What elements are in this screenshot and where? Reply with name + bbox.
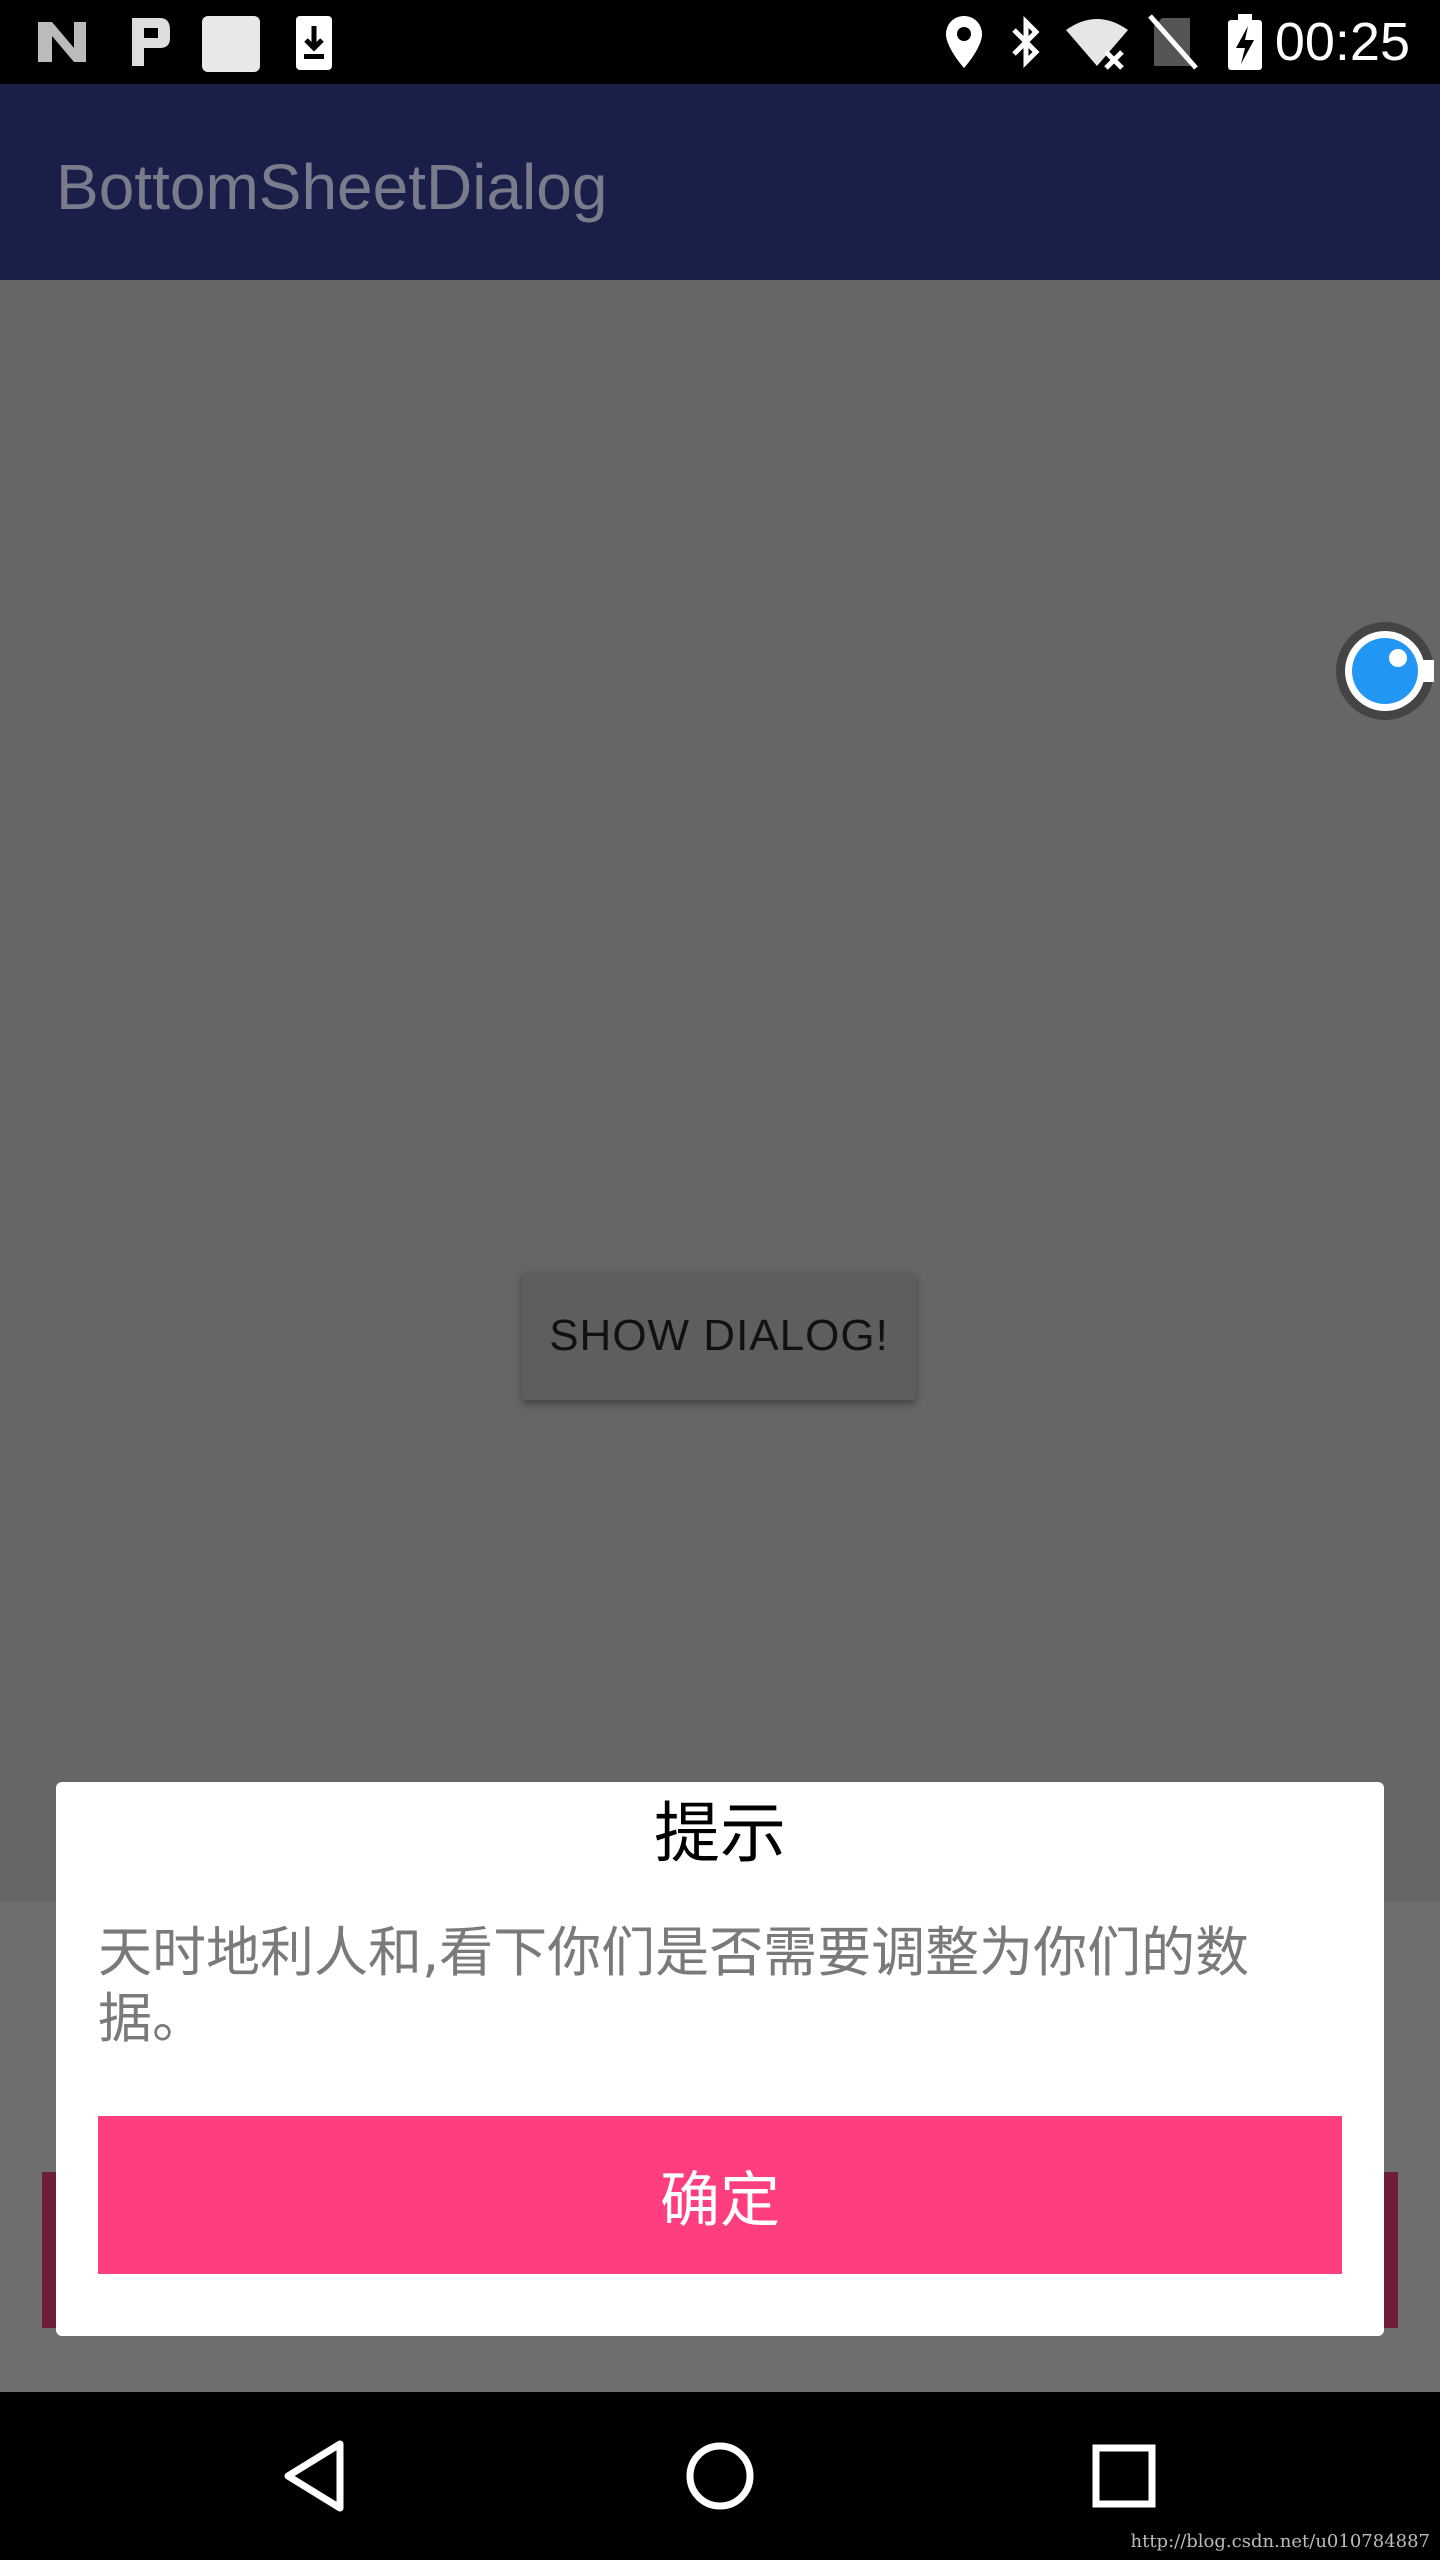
bluetooth-icon xyxy=(1012,15,1040,69)
dialog-title: 提示 xyxy=(654,1795,786,1872)
show-dialog-button[interactable]: SHOW DIALOG! xyxy=(522,1272,916,1400)
recents-icon[interactable] xyxy=(1082,2434,1166,2518)
no-sim-icon xyxy=(1148,14,1198,70)
back-icon[interactable] xyxy=(274,2434,358,2518)
blank-square-icon xyxy=(202,16,260,72)
download-icon xyxy=(296,16,332,70)
home-icon[interactable] xyxy=(678,2434,762,2518)
watermark: http://blog.csdn.net/u010784887 xyxy=(1130,2531,1431,2552)
confirm-button[interactable]: 确定 xyxy=(98,2116,1342,2274)
app-bar: BottomSheetDialog xyxy=(0,84,1440,280)
battery-charging-icon xyxy=(1228,14,1262,70)
p-icon xyxy=(132,18,170,66)
alert-dialog: 提示 天时地利人和,看下你们是否需要调整为你们的数据。 确定 xyxy=(56,1782,1384,2336)
dialog-message: 天时地利人和,看下你们是否需要调整为你们的数据。 xyxy=(98,1921,1250,2050)
app-title: BottomSheetDialog xyxy=(56,151,608,223)
n-preview-icon xyxy=(38,22,86,62)
assistive-touch-icon[interactable] xyxy=(1334,620,1436,722)
navigation-bar: http://blog.csdn.net/u010784887 xyxy=(0,2392,1440,2560)
wifi-icon xyxy=(1066,19,1128,70)
location-icon xyxy=(946,16,982,68)
status-bar: 00:25 xyxy=(0,0,1440,84)
status-clock: 00:25 xyxy=(1274,12,1410,72)
